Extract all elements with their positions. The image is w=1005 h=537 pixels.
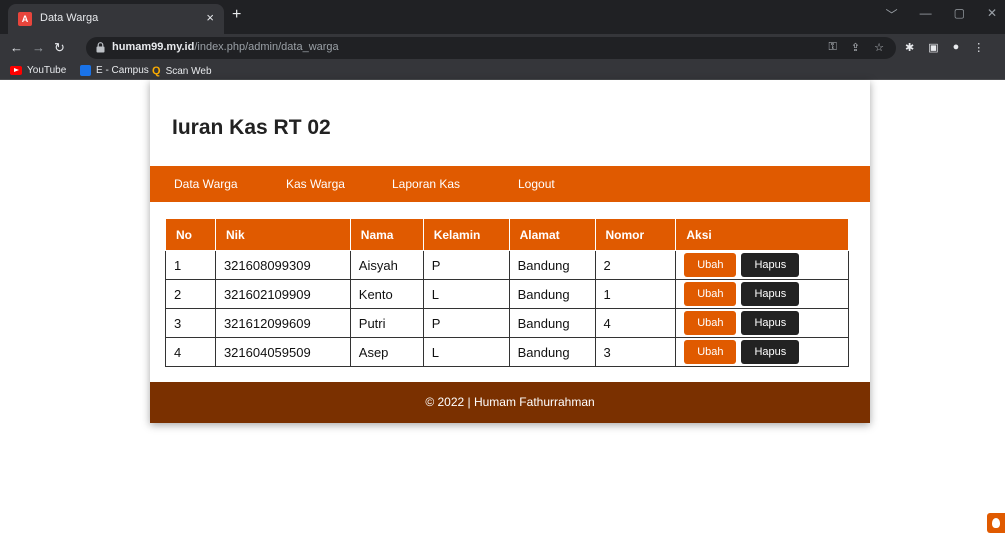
minimize-icon[interactable]: — bbox=[920, 6, 932, 23]
url-path: /index.php/admin/data_warga bbox=[194, 41, 339, 53]
cell-nik: 321602109909 bbox=[214, 279, 351, 309]
forward-icon[interactable]: → bbox=[32, 40, 45, 55]
cell-nik: 321604059509 bbox=[214, 337, 351, 367]
cell-no: 3 bbox=[165, 308, 216, 338]
main-card: Iuran Kas RT 02 Data Warga Kas Warga Lap… bbox=[150, 80, 870, 423]
share-icon[interactable]: ⇪ bbox=[851, 41, 860, 54]
back-icon[interactable]: ← bbox=[10, 40, 23, 55]
header-kelamin: Kelamin bbox=[422, 218, 510, 251]
address-bar[interactable]: humam99.my.id/index.php/admin/data_warga… bbox=[86, 37, 896, 59]
data-warga-table: No Nik Nama Kelamin Alamat Nomor Aksi 1 … bbox=[165, 218, 849, 367]
header-nama: Nama bbox=[349, 218, 424, 251]
table-row: 1 321608099309 Aisyah P Bandung 2 Ubah Ha… bbox=[165, 250, 849, 280]
browser-toolbar: ← → ↻ humam99.my.id/index.php/admin/data… bbox=[0, 34, 1005, 62]
bookmark-label: E - Campus bbox=[96, 65, 149, 76]
cell-nama: Aisyah bbox=[349, 250, 424, 280]
nav-data-warga[interactable]: Data Warga bbox=[174, 177, 238, 191]
cell-nama: Putri bbox=[349, 308, 424, 338]
cell-kelamin: P bbox=[422, 308, 510, 338]
cell-nik: 321608099309 bbox=[214, 250, 351, 280]
bookmark-ecampus[interactable]: E - Campus bbox=[80, 65, 149, 76]
cell-kelamin: P bbox=[422, 250, 510, 280]
youtube-icon bbox=[10, 66, 22, 75]
cell-nomor: 2 bbox=[594, 250, 677, 280]
header-no: No bbox=[165, 218, 216, 251]
cell-aksi: Ubah Hapus bbox=[675, 308, 849, 338]
cell-aksi: Ubah Hapus bbox=[675, 337, 849, 367]
nav-laporan-kas[interactable]: Laporan Kas bbox=[392, 177, 460, 191]
bookmark-label: YouTube bbox=[27, 65, 67, 76]
window-controls: ﹀ — ▢ ✕ bbox=[886, 6, 997, 23]
tab-close-icon[interactable]: × bbox=[206, 10, 214, 25]
header-aksi: Aksi bbox=[675, 218, 849, 251]
profile-icon[interactable]: ● bbox=[953, 41, 960, 54]
cell-alamat: Bandung bbox=[508, 337, 596, 367]
lock-icon bbox=[96, 42, 105, 53]
browser-tab[interactable]: A Data Warga × bbox=[8, 4, 224, 34]
table-header-row: No Nik Nama Kelamin Alamat Nomor Aksi bbox=[165, 218, 849, 251]
search-icon: Q bbox=[152, 65, 161, 77]
cell-nama: Asep bbox=[349, 337, 424, 367]
footer: © 2022 | Humam Fathurrahman bbox=[150, 382, 870, 423]
delete-button[interactable]: Hapus bbox=[741, 282, 800, 306]
header-alamat: Alamat bbox=[508, 218, 596, 251]
cell-kelamin: L bbox=[422, 337, 510, 367]
cell-nik: 321612099609 bbox=[214, 308, 351, 338]
codeigniter-flame-icon[interactable] bbox=[987, 513, 1005, 533]
header-nik: Nik bbox=[214, 218, 351, 251]
extension-icons: ✱ ▣ ● ⋮ bbox=[905, 41, 984, 54]
new-tab-button[interactable]: + bbox=[232, 6, 241, 24]
cell-aksi: Ubah Hapus bbox=[675, 250, 849, 280]
delete-button[interactable]: Hapus bbox=[741, 253, 800, 277]
bookmark-label: Scan Web bbox=[165, 65, 212, 77]
page-title: Iuran Kas RT 02 bbox=[172, 116, 331, 139]
data-table-wrapper: No Nik Nama Kelamin Alamat Nomor Aksi 1 … bbox=[165, 218, 849, 367]
cell-no: 4 bbox=[165, 337, 216, 367]
edit-button[interactable]: Ubah bbox=[684, 340, 737, 364]
table-row: 2 321602109909 Kento L Bandung 1 Ubah Hap… bbox=[165, 279, 849, 309]
nav-logout[interactable]: Logout bbox=[518, 177, 555, 191]
cell-nomor: 4 bbox=[594, 308, 677, 338]
cell-aksi: Ubah Hapus bbox=[675, 279, 849, 309]
restore-icon[interactable]: ▢ bbox=[954, 6, 965, 23]
url-text: humam99.my.id/index.php/admin/data_warga bbox=[112, 41, 339, 53]
cell-alamat: Bandung bbox=[508, 308, 596, 338]
edit-button[interactable]: Ubah bbox=[684, 282, 737, 306]
edit-button[interactable]: Ubah bbox=[684, 311, 737, 335]
bookmarks-bar: YouTube E - Campus Q Scan Web bbox=[0, 62, 1005, 80]
menu-kebab-icon[interactable]: ⋮ bbox=[973, 41, 984, 54]
delete-button[interactable]: Hapus bbox=[741, 311, 800, 335]
tab-title: Data Warga bbox=[40, 12, 99, 24]
table-row: 4 321604059509 Asep L Bandung 3 Ubah Hapu… bbox=[165, 337, 849, 367]
bookmark-star-icon[interactable]: ☆ bbox=[874, 41, 884, 54]
cell-nama: Kento bbox=[349, 279, 424, 309]
key-icon[interactable]: ⚿ bbox=[829, 41, 837, 54]
cell-nomor: 3 bbox=[594, 337, 677, 367]
nav-kas-warga[interactable]: Kas Warga bbox=[286, 177, 345, 191]
site-favicon-icon: A bbox=[18, 12, 32, 26]
cell-alamat: Bandung bbox=[508, 250, 596, 280]
cell-no: 1 bbox=[165, 250, 216, 280]
omnibox-icons: ⚿ ⇪ ☆ bbox=[829, 41, 884, 54]
tab-search-icon[interactable]: ﹀ bbox=[886, 6, 898, 23]
ecampus-icon bbox=[80, 65, 91, 76]
reload-icon[interactable]: ↻ bbox=[54, 40, 65, 56]
cell-nomor: 1 bbox=[594, 279, 677, 309]
header-nomor: Nomor bbox=[594, 218, 677, 251]
cell-alamat: Bandung bbox=[508, 279, 596, 309]
browser-tabstrip: A Data Warga × + ﹀ — ▢ ✕ bbox=[0, 0, 1005, 34]
url-host: humam99.my.id bbox=[112, 41, 195, 53]
close-window-icon[interactable]: ✕ bbox=[987, 6, 997, 23]
cell-kelamin: L bbox=[422, 279, 510, 309]
navbar: Data Warga Kas Warga Laporan Kas Logout bbox=[150, 166, 870, 202]
bookmark-scan-web[interactable]: Q Scan Web bbox=[152, 65, 212, 77]
table-row: 3 321612099609 Putri P Bandung 4 Ubah Hap… bbox=[165, 308, 849, 338]
bookmark-youtube[interactable]: YouTube bbox=[10, 65, 66, 76]
side-panel-icon[interactable]: ▣ bbox=[928, 41, 938, 54]
extensions-puzzle-icon[interactable]: ✱ bbox=[905, 41, 914, 54]
edit-button[interactable]: Ubah bbox=[684, 253, 737, 277]
cell-no: 2 bbox=[165, 279, 216, 309]
delete-button[interactable]: Hapus bbox=[741, 340, 800, 364]
